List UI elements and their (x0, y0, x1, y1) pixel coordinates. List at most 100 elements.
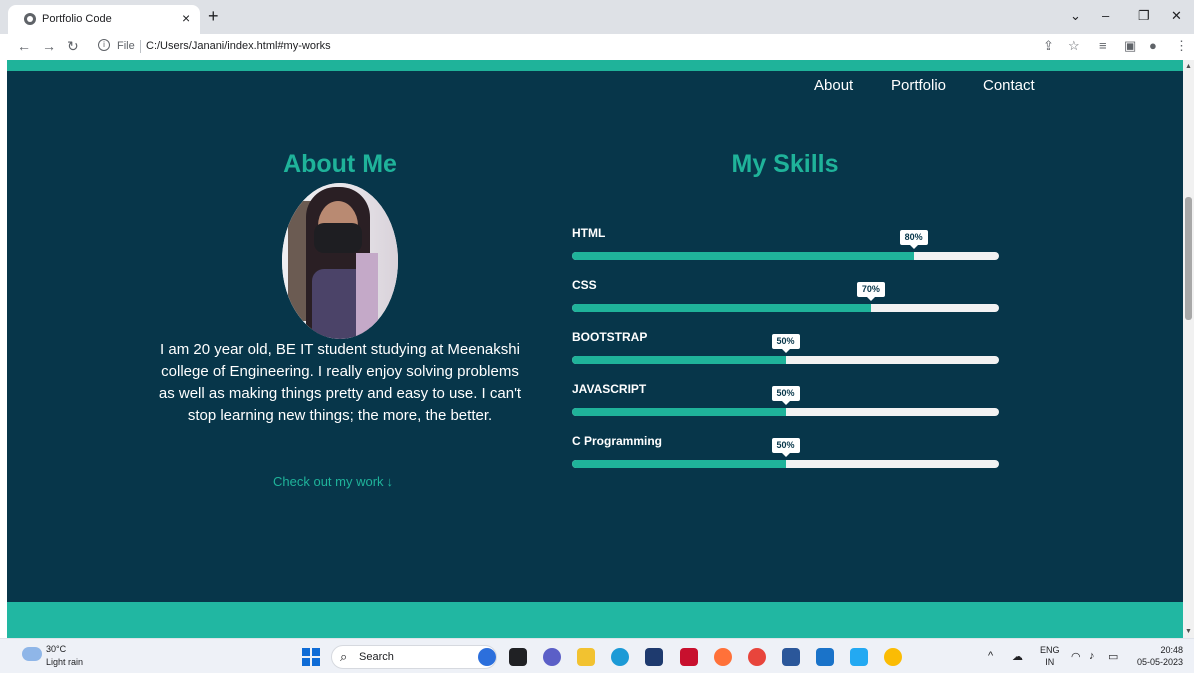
search-icon: ⌕ (340, 649, 348, 664)
profile-photo (282, 183, 398, 339)
skill-fill (572, 304, 871, 312)
footer-band (7, 602, 1183, 638)
new-tab-button[interactable]: + (208, 6, 219, 26)
word-icon[interactable] (782, 648, 800, 666)
nav-contact[interactable]: Contact (983, 77, 1035, 94)
skill-row: JAVASCRIPT 50% (572, 382, 999, 426)
close-tab-icon[interactable]: × (182, 10, 190, 26)
photo-face-mask (314, 223, 362, 253)
skill-fill (572, 408, 786, 416)
browser-tab-strip: Portfolio Code × + ⌄ – ❐ ✕ (0, 0, 1194, 34)
omnibox[interactable]: i File C:/Users/Janani/index.html#my-wor… (90, 36, 1030, 58)
skill-track (572, 460, 999, 468)
page-scrollbar[interactable]: ▲ ▼ (1183, 60, 1194, 638)
teams-chat-icon[interactable] (543, 648, 561, 666)
skill-row: BOOTSTRAP 50% (572, 330, 999, 374)
about-description: I am 20 year old, BE IT student studying… (158, 341, 522, 424)
paint-icon[interactable] (816, 648, 834, 666)
skill-fill (572, 252, 914, 260)
skill-row: C Programming 50% (572, 434, 999, 478)
clock-time: 20:48 (1160, 645, 1183, 655)
system-clock[interactable]: 20:48 05-05-2023 (1133, 644, 1183, 668)
skill-row: CSS 70% (572, 278, 999, 322)
nav-about[interactable]: About (814, 77, 853, 94)
clock-date: 05-05-2023 (1136, 657, 1183, 667)
skill-percent-badge: 50% (771, 438, 800, 457)
task-view-icon[interactable] (509, 648, 527, 666)
share-icon[interactable]: ⇪ (1043, 38, 1054, 54)
battery-icon[interactable]: ▭ (1108, 650, 1118, 663)
skill-percent-badge: 70% (856, 282, 885, 301)
bing-icon[interactable] (478, 648, 496, 666)
file-explorer-icon[interactable] (577, 648, 595, 666)
side-panel-icon[interactable]: ▣ (1124, 38, 1136, 54)
skill-fill (572, 460, 786, 468)
restore-icon[interactable]: ❐ (1138, 8, 1150, 24)
onedrive-icon[interactable]: ☁ (1012, 650, 1023, 663)
page-viewport: About Portfolio Contact About Me I am 20… (7, 60, 1183, 638)
close-window-icon[interactable]: ✕ (1171, 8, 1182, 24)
scroll-up-icon[interactable]: ▲ (1185, 63, 1192, 70)
skill-name: JAVASCRIPT (572, 382, 647, 396)
back-icon[interactable]: ← (17, 38, 31, 54)
firefox-icon[interactable] (714, 648, 732, 666)
omnibox-divider (140, 40, 141, 53)
skill-fill (572, 356, 786, 364)
weather-description[interactable]: Light rain (46, 657, 83, 667)
url-text[interactable]: C:/Users/Janani/index.html#my-works (146, 40, 331, 52)
browser-tab[interactable]: Portfolio Code × (8, 5, 200, 34)
star-icon[interactable]: ☆ (1068, 38, 1080, 54)
reload-icon[interactable]: ↻ (67, 38, 79, 55)
globe-icon (24, 13, 36, 25)
arrow-down-icon: ↓ (386, 474, 394, 489)
skill-track (572, 356, 999, 364)
skill-name: HTML (572, 226, 606, 240)
windows-start-icon[interactable] (302, 648, 320, 666)
weather-temperature[interactable]: 30°C (46, 644, 66, 654)
menu-icon[interactable]: ⋮ (1175, 38, 1188, 54)
volume-icon[interactable]: ♪ (1089, 650, 1095, 662)
chevron-up-icon[interactable]: ^ (988, 650, 993, 662)
search-placeholder: Search (359, 651, 394, 663)
about-title: About Me (283, 150, 397, 178)
scroll-down-icon[interactable]: ▼ (1185, 628, 1192, 635)
minimize-icon[interactable]: – (1102, 8, 1109, 23)
weather-icon[interactable] (22, 647, 42, 661)
skill-name: C Programming (572, 434, 663, 448)
info-icon[interactable]: i (98, 39, 110, 51)
edge-icon[interactable] (611, 648, 629, 666)
taskbar-search[interactable]: ⌕ Search (331, 645, 497, 669)
chevron-down-icon[interactable]: ⌄ (1070, 8, 1081, 24)
skills-title: My Skills (731, 150, 839, 178)
skill-track (572, 252, 999, 260)
skill-name: CSS (572, 278, 597, 292)
os-taskbar: 30°C Light rain ⌕ Search ^ ☁ ENG IN ◠ ♪ … (0, 638, 1194, 673)
top-accent-stripe (7, 60, 1183, 71)
address-toolbar: ← → ↻ i File C:/Users/Janani/index.html#… (0, 34, 1194, 60)
chrome-active-icon[interactable] (884, 648, 902, 666)
skill-name: BOOTSTRAP (572, 330, 648, 344)
skill-row: HTML 80% (572, 226, 999, 270)
scroll-thumb[interactable] (1185, 197, 1192, 320)
mcafee-icon[interactable] (680, 648, 698, 666)
photo-scarf (356, 253, 378, 339)
wifi-icon[interactable]: ◠ (1071, 650, 1081, 663)
store-icon[interactable] (645, 648, 663, 666)
skill-percent-badge: 50% (771, 386, 800, 405)
chrome-icon[interactable] (748, 648, 766, 666)
scheme-label: File (117, 40, 135, 52)
check-out-work-link[interactable]: Check out my work ↓ (273, 474, 393, 489)
reading-list-icon[interactable]: ≡ (1099, 38, 1107, 53)
language-indicator[interactable]: ENG IN (1040, 644, 1060, 668)
skill-track (572, 304, 999, 312)
region-code: IN (1045, 657, 1055, 667)
forward-icon[interactable]: → (42, 38, 56, 54)
check-out-work-label: Check out my work (273, 474, 384, 489)
skill-track (572, 408, 999, 416)
profile-icon[interactable]: ● (1149, 38, 1157, 53)
vscode-icon[interactable] (850, 648, 868, 666)
language-code: ENG (1040, 645, 1060, 655)
skill-percent-badge: 80% (899, 230, 928, 249)
tab-title: Portfolio Code (42, 13, 112, 25)
nav-portfolio[interactable]: Portfolio (891, 77, 946, 94)
